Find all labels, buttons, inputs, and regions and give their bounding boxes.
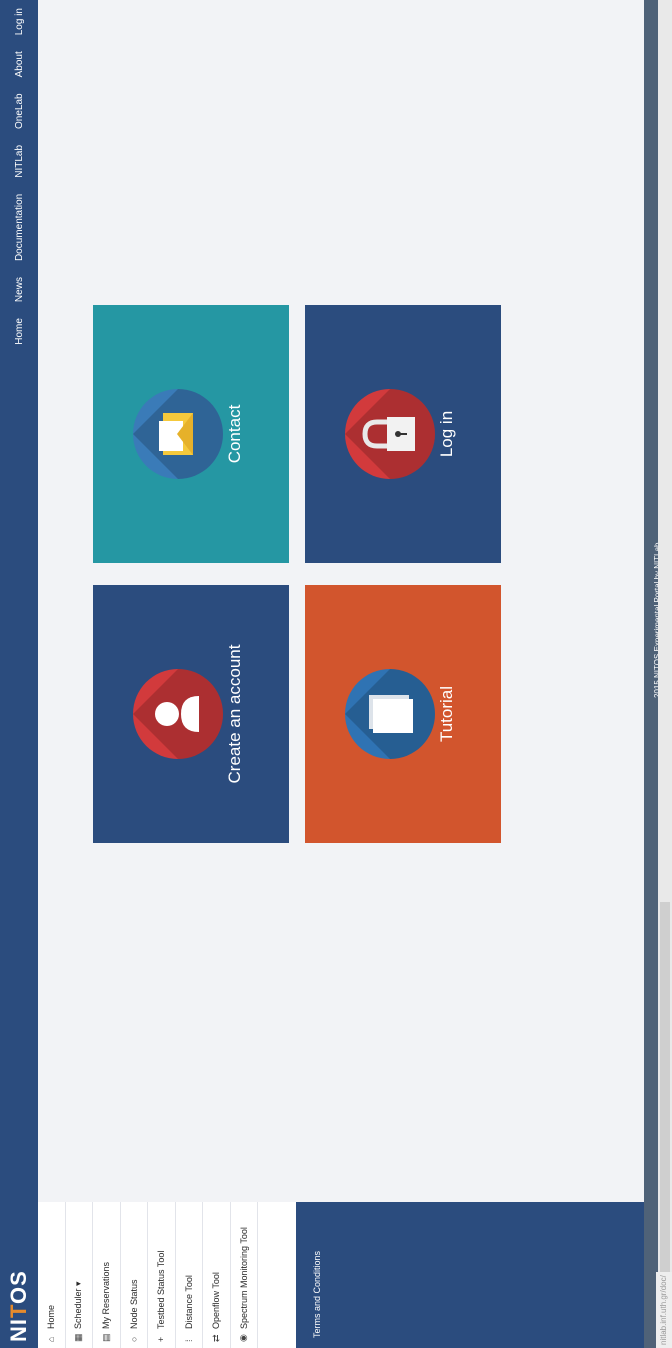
sidebar-item-label: Node Status: [128, 1279, 139, 1329]
sidebar-item-label: Distance Tool: [183, 1275, 194, 1329]
status-url: nitlab.inf.uth.gr/doc/: [656, 1272, 672, 1348]
reservations-icon: ▤: [100, 1333, 111, 1342]
horizontal-scrollbar[interactable]: [658, 0, 672, 1348]
logo-part-accent: T: [6, 1303, 31, 1318]
create-account-tile[interactable]: Create an account: [93, 585, 289, 843]
tutorial-icon-circle: [345, 669, 435, 759]
login-tile[interactable]: Log in: [305, 305, 501, 563]
sidebar-item-label: Home: [46, 1304, 57, 1329]
logo-part: OS: [6, 1270, 31, 1304]
portal-page: NITOS Home News Documentation NITLab One…: [0, 0, 672, 1348]
contact-tile[interactable]: Contact: [93, 305, 289, 563]
sidebar-item-scheduler[interactable]: ▦ Scheduler ▾: [65, 1202, 93, 1348]
tutorial-label: Tutorial: [437, 685, 456, 743]
distance-icon: ⁞: [183, 1339, 194, 1342]
nitos-logo[interactable]: NITOS: [6, 1270, 32, 1342]
tutorial-tile[interactable]: Tutorial: [305, 585, 501, 843]
nav-menu: Home News Documentation NITLab OneLab Ab…: [0, 8, 38, 345]
sidebar-item-label: Openflow Tool: [211, 1272, 222, 1329]
contact-label: Contact: [225, 404, 244, 464]
contact-icon-circle: [133, 389, 223, 479]
sidebar-item-openflow-tool[interactable]: ⇄ Openflow Tool: [203, 1202, 231, 1348]
sidebar-item-testbed-status[interactable]: + Testbed Status Tool: [148, 1202, 176, 1348]
create-account-label: Create an account: [225, 644, 244, 784]
create-account-icon-circle: [133, 669, 223, 759]
nav-news[interactable]: News: [14, 277, 25, 302]
nav-home[interactable]: Home: [14, 318, 25, 345]
globe-icon: ◉: [238, 1334, 249, 1342]
terms-link[interactable]: Terms and Conditions: [312, 1251, 322, 1338]
sidebar-item-my-reservations[interactable]: ▤ My Reservations: [93, 1202, 121, 1348]
login-label: Log in: [437, 410, 456, 458]
nav-about[interactable]: About: [14, 51, 25, 77]
home-icon: ⌂: [46, 1336, 57, 1342]
sidebar-item-label: Scheduler ▾: [73, 1281, 84, 1329]
sidebar-item-node-status[interactable]: ○ Node Status: [120, 1202, 148, 1348]
plus-icon: +: [156, 1336, 167, 1342]
sidebar-item-home[interactable]: ⌂ Home: [38, 1202, 66, 1348]
top-navbar: NITOS Home News Documentation NITLab One…: [0, 0, 38, 1348]
calendar-icon: ▦: [73, 1333, 84, 1342]
terms-panel: Terms and Conditions: [296, 1202, 672, 1348]
nav-login[interactable]: Log in: [14, 8, 25, 35]
sidebar-item-label: My Reservations: [101, 1261, 112, 1329]
user-icon: [155, 696, 199, 732]
nav-nitlab[interactable]: NITLab: [14, 145, 25, 178]
power-icon: ○: [128, 1336, 139, 1342]
nav-documentation[interactable]: Documentation: [14, 194, 25, 261]
screen: NITOS Home News Documentation NITLab One…: [0, 0, 672, 1348]
sidebar-item-distance-tool[interactable]: ⁞ Distance Tool: [175, 1202, 203, 1348]
sidebar: ⌂ Home ▦ Scheduler ▾ ▤ My Reservations ○ Nod…: [38, 1202, 672, 1348]
papers-icon: [369, 695, 413, 733]
sidebar-item-spectrum-tool[interactable]: ◉ Spectrum Monitoring Tool: [230, 1202, 258, 1348]
lock-icon: [362, 417, 415, 451]
envelope-icon: [159, 413, 193, 455]
logo-part: NI: [6, 1318, 31, 1342]
swap-icon: ⇄: [210, 1334, 221, 1342]
login-icon-circle: [345, 389, 435, 479]
sidebar-item-label: Spectrum Monitoring Tool: [238, 1227, 249, 1329]
sidebar-item-label: Testbed Status Tool: [156, 1250, 167, 1329]
nav-onelab[interactable]: OneLab: [14, 93, 25, 129]
